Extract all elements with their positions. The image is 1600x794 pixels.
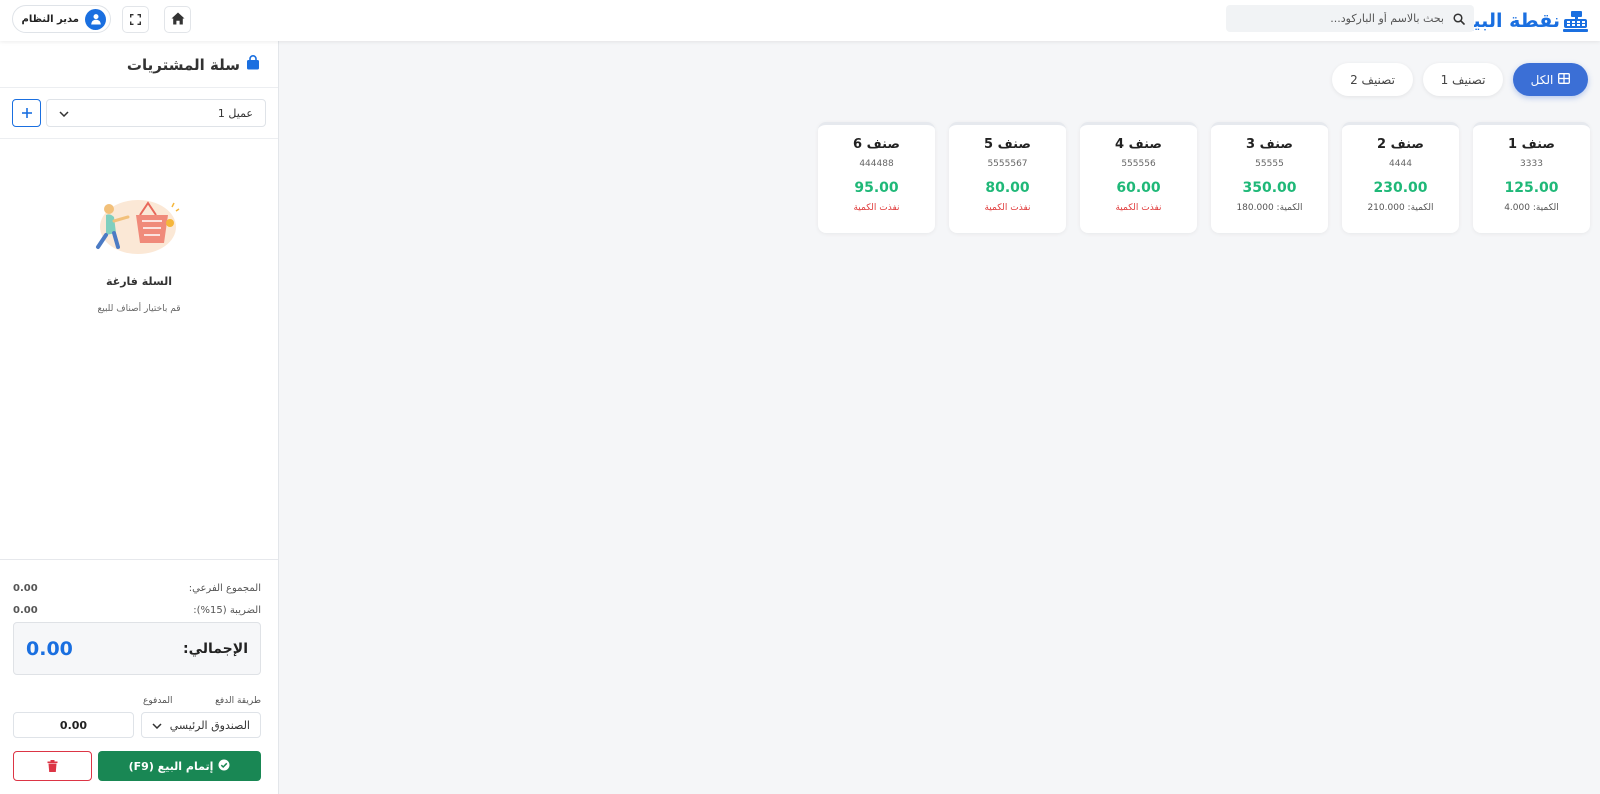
product-card[interactable]: صنف 1 3333 125.00 الكمية: 4.000 <box>1473 122 1590 233</box>
tab-category-1-label: تصنيف 1 <box>1440 72 1486 87</box>
product-name: صنف 4 <box>1115 137 1162 152</box>
divider <box>0 87 278 88</box>
product-name: صنف 5 <box>984 137 1031 152</box>
complete-sale-button[interactable]: إتمام البيع (F9) <box>98 751 261 781</box>
payment-method-value: الصندوق الرئيسي <box>169 718 250 732</box>
product-code: 444488 <box>859 159 894 169</box>
product-code: 4444 <box>1389 159 1412 169</box>
divider <box>0 559 278 560</box>
user-icon <box>85 8 106 30</box>
total-label: الإجمالي: <box>183 640 248 657</box>
total-box: الإجمالي: 0.00 <box>13 622 261 675</box>
chevron-down-icon <box>59 107 69 120</box>
top-bar: نقطة البيع بحث بالاسم أو الباركود... مدي… <box>0 0 1600 41</box>
tab-all-label: الكل <box>1530 72 1554 87</box>
tax-row: الضريبة (15%): 0.00 <box>13 603 261 617</box>
check-circle-icon <box>218 759 230 774</box>
product-grid: صنف 1 3333 125.00 الكمية: 4.000 صنف 2 44… <box>818 122 1590 233</box>
tax-label: الضريبة (15%): <box>193 604 261 616</box>
product-stock-out: نفذت الكمية <box>984 203 1031 213</box>
plus-icon <box>21 104 33 123</box>
product-name: صنف 3 <box>1246 137 1293 152</box>
product-price: 80.00 <box>985 180 1030 196</box>
product-price: 95.00 <box>854 180 899 196</box>
user-name: مدير النظام <box>21 13 79 25</box>
paid-label: المدفوع <box>143 696 173 706</box>
product-card[interactable]: صنف 3 55555 350.00 الكمية: 180.000 <box>1211 122 1328 233</box>
product-name: صنف 6 <box>853 137 900 152</box>
cart-title: سلة المشتريات <box>127 55 260 74</box>
fullscreen-button[interactable] <box>122 6 149 33</box>
clear-cart-button[interactable] <box>13 751 92 781</box>
divider <box>0 138 278 139</box>
product-card[interactable]: صنف 6 444488 95.00 نفذت الكمية <box>818 122 935 233</box>
search-box <box>1226 5 1474 32</box>
tax-value: 0.00 <box>13 604 38 616</box>
product-price: 230.00 <box>1373 180 1428 196</box>
chevron-down-icon <box>152 719 162 732</box>
tab-category-1[interactable]: تصنيف 1 <box>1423 63 1503 96</box>
empty-cart-subtitle: قم باختيار أصناف للبيع <box>97 304 181 314</box>
product-stock: الكمية: 4.000 <box>1504 203 1559 213</box>
product-stock-out: نفذت الكمية <box>1115 203 1162 213</box>
cart-title-text: سلة المشتريات <box>126 55 240 74</box>
paid-amount-input[interactable] <box>13 712 134 738</box>
tab-category-2-label: تصنيف 2 <box>1350 72 1395 87</box>
product-price: 60.00 <box>1116 180 1161 196</box>
empty-cart-illustration <box>94 193 180 259</box>
brand[interactable]: نقطة البيع <box>1460 7 1588 35</box>
customer-select[interactable]: عميل 1 <box>46 99 266 127</box>
product-card[interactable]: صنف 2 4444 230.00 الكمية: 210.000 <box>1342 122 1459 233</box>
product-name: صنف 1 <box>1508 137 1555 152</box>
product-stock: الكمية: 180.000 <box>1236 203 1303 213</box>
product-code: 555556 <box>1121 159 1156 169</box>
product-code: 3333 <box>1520 159 1543 169</box>
product-name: صنف 2 <box>1377 137 1424 152</box>
subtotal-value: 0.00 <box>13 582 38 594</box>
product-code: 5555567 <box>987 159 1028 169</box>
shopping-bag-icon <box>246 55 260 74</box>
grid-icon <box>1558 72 1571 87</box>
customer-value: عميل 1 <box>217 106 253 120</box>
brand-title: نقطة البيع <box>1460 10 1560 32</box>
product-card[interactable]: صنف 4 555556 60.00 نفذت الكمية <box>1080 122 1197 233</box>
cart-panel: سلة المشتريات عميل 1 السلة فارغة قم باخت… <box>0 41 279 794</box>
home-icon <box>171 10 185 29</box>
tab-all[interactable]: الكل <box>1513 63 1588 96</box>
product-price: 125.00 <box>1504 180 1559 196</box>
search-input[interactable] <box>1226 5 1444 32</box>
product-stock: الكمية: 210.000 <box>1367 203 1434 213</box>
cash-register-icon <box>1562 10 1588 32</box>
payment-method-label: طريقة الدفع <box>215 696 261 706</box>
complete-sale-label: إتمام البيع (F9) <box>128 759 214 773</box>
payment-method-select[interactable]: الصندوق الرئيسي <box>141 712 261 738</box>
product-stock-out: نفذت الكمية <box>853 203 900 213</box>
product-card[interactable]: صنف 5 5555567 80.00 نفذت الكمية <box>949 122 1066 233</box>
home-button[interactable] <box>164 6 191 33</box>
total-value: 0.00 <box>26 637 73 660</box>
subtotal-label: المجموع الفرعي: <box>188 582 261 594</box>
user-menu[interactable]: مدير النظام <box>12 5 111 33</box>
category-tabs: الكل تصنيف 1 تصنيف 2 <box>1332 63 1588 96</box>
tab-category-2[interactable]: تصنيف 2 <box>1332 63 1413 96</box>
subtotal-row: المجموع الفرعي: 0.00 <box>13 581 261 595</box>
products-area: الكل تصنيف 1 تصنيف 2 صنف 1 3333 125.00 ا… <box>279 41 1600 794</box>
trash-icon <box>47 757 58 776</box>
expand-icon <box>130 10 141 29</box>
product-price: 350.00 <box>1242 180 1297 196</box>
add-customer-button[interactable] <box>12 99 41 127</box>
product-code: 55555 <box>1255 159 1284 169</box>
search-icon[interactable] <box>1444 12 1474 25</box>
empty-cart-title: السلة فارغة <box>106 275 172 288</box>
